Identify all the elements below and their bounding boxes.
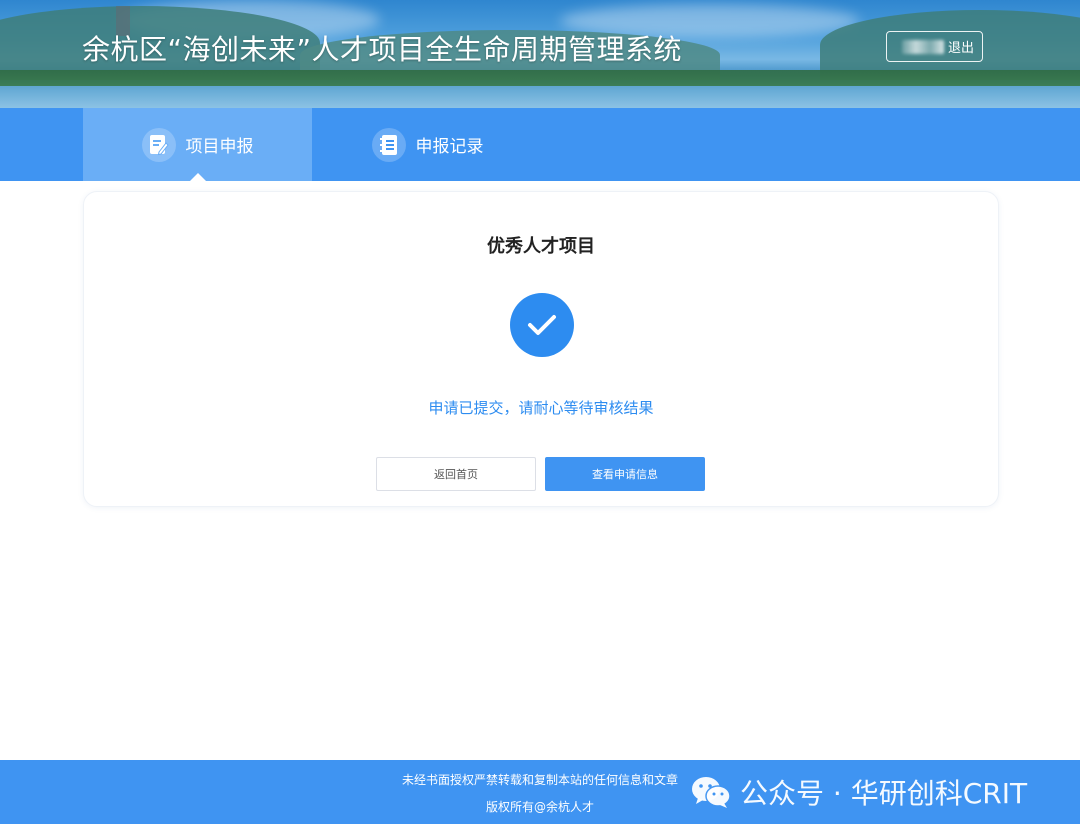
edit-document-icon	[141, 127, 176, 162]
tab-label: 项目申报	[185, 137, 254, 157]
logout-button[interactable]: 退出	[948, 37, 974, 56]
view-application-button[interactable]: 查看申请信息	[545, 457, 705, 491]
footer-copyright: 版权所有@余杭人才	[485, 800, 594, 814]
check-circle-icon	[510, 293, 574, 357]
back-home-button[interactable]: 返回首页	[376, 457, 536, 491]
wechat-icon	[690, 774, 732, 810]
main-nav: 项目申报 申报记录	[0, 108, 1080, 181]
banner-water	[0, 86, 1080, 108]
tab-label: 申报记录	[415, 137, 484, 157]
card-title: 优秀人才项目	[487, 236, 595, 257]
watermark: 公众号 · 华研创科CRIT	[690, 764, 1027, 820]
result-card: 优秀人才项目 申请已提交，请耐心等待审核结果 返回首页 查看申请信息	[83, 191, 999, 507]
user-box: 退出	[886, 31, 983, 62]
user-name-blurred	[901, 39, 944, 54]
tab-application-records[interactable]: 申报记录	[340, 108, 515, 181]
status-message: 申请已提交，请耐心等待审核结果	[428, 399, 654, 417]
site-title: 余杭区“海创未来”人才项目全生命周期管理系统	[82, 33, 683, 66]
tab-project-application[interactable]: 项目申报	[83, 108, 312, 181]
watermark-text: 公众号 · 华研创科CRIT	[740, 777, 1028, 810]
header-banner: 余杭区“海创未来”人才项目全生命周期管理系统 退出	[0, 0, 1080, 108]
record-book-icon	[371, 127, 406, 162]
footer-notice: 未经书面授权严禁转载和复制本站的任何信息和文章	[401, 773, 678, 787]
footer: 未经书面授权严禁转载和复制本站的任何信息和文章 版权所有@余杭人才 公众号 · …	[0, 760, 1080, 824]
